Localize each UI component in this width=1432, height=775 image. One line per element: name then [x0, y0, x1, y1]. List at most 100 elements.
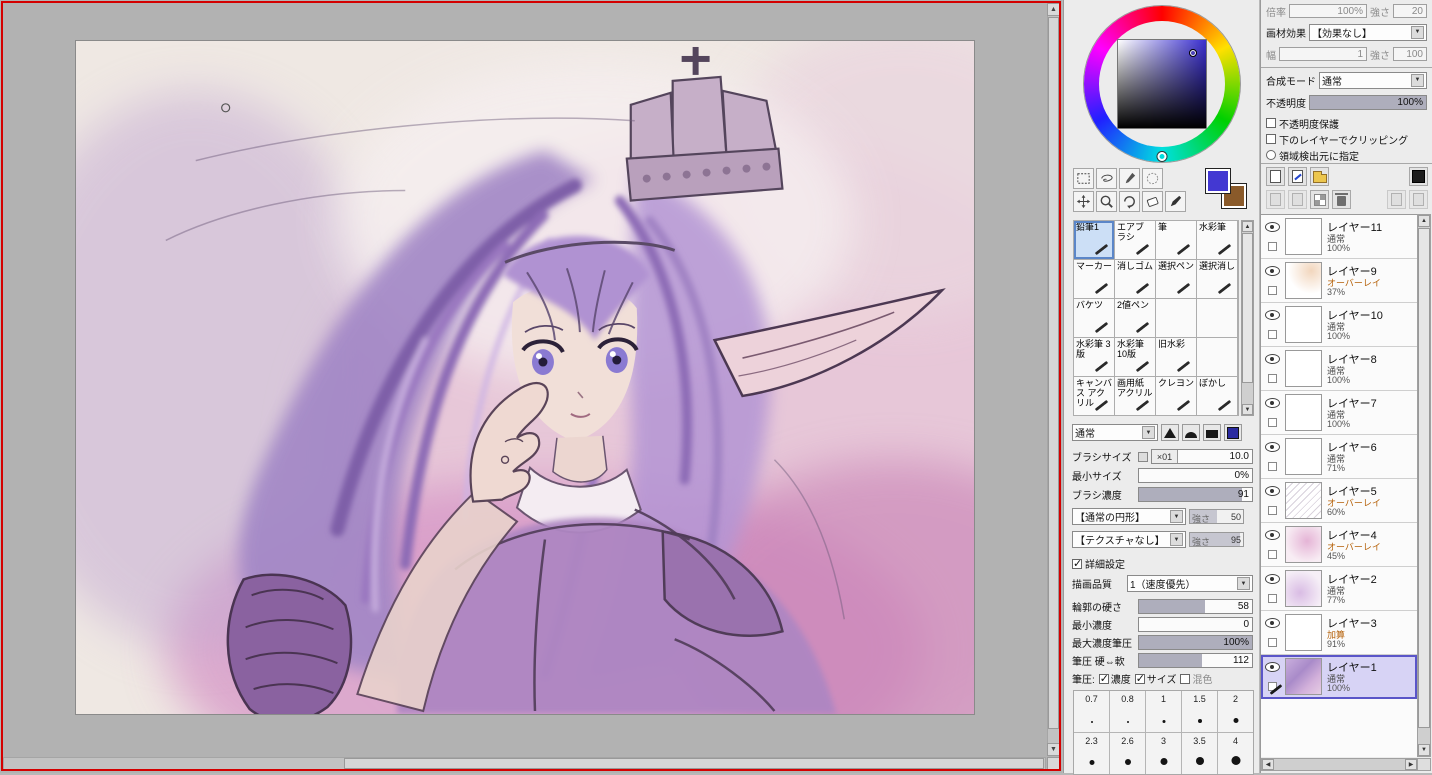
brush-texture-dropdown[interactable]: 【テクスチャなし】: [1072, 531, 1186, 548]
preserve-opacity-checkbox[interactable]: [1266, 118, 1276, 128]
layer-checkbox[interactable]: [1268, 286, 1277, 295]
dropdown-arrow-icon[interactable]: [1142, 426, 1155, 439]
brush-color-preview-button[interactable]: [1224, 424, 1242, 441]
dropdown-arrow-icon[interactable]: [1411, 25, 1424, 39]
layer-row[interactable]: レイヤー9 オーバーレイ 37%: [1261, 259, 1417, 303]
paper-width-field[interactable]: 1: [1279, 47, 1367, 61]
lasso-select-tool[interactable]: [1096, 168, 1117, 189]
layer-row[interactable]: レイヤー11 通常 100%: [1261, 215, 1417, 259]
layer-row-selected[interactable]: レイヤー1 通常 100%: [1261, 655, 1417, 699]
brush-palette-scrollbar[interactable]: ▲ ▼: [1241, 220, 1254, 416]
size-preset[interactable]: 2: [1218, 691, 1253, 732]
pressure-size-checkbox[interactable]: [1134, 672, 1145, 685]
max-density-slider[interactable]: 100%: [1138, 635, 1253, 650]
brush-item[interactable]: 選択ペン: [1156, 260, 1196, 298]
brush-shape-dropdown[interactable]: 【通常の円形】: [1072, 508, 1186, 525]
brush-item[interactable]: ぼかし: [1197, 377, 1237, 415]
brush-density-slider[interactable]: 91: [1138, 487, 1253, 502]
scroll-down-icon[interactable]: ▼: [1047, 743, 1060, 756]
shape-select-tool[interactable]: [1142, 168, 1163, 189]
marquee-select-tool[interactable]: [1073, 168, 1094, 189]
size-preset[interactable]: 3.5: [1182, 733, 1217, 774]
clipping-checkbox[interactable]: [1266, 134, 1276, 144]
scroll-down-icon[interactable]: ▼: [1418, 744, 1430, 756]
paper-strength-field[interactable]: 20: [1393, 4, 1427, 18]
sv-cursor-icon[interactable]: [1189, 49, 1197, 57]
layer-thumbnail[interactable]: [1285, 218, 1322, 255]
scroll-right-icon[interactable]: ▶: [1405, 759, 1417, 770]
layer-visibility-icon[interactable]: [1265, 398, 1280, 408]
size-preset[interactable]: 4: [1218, 733, 1253, 774]
layer-visibility-icon[interactable]: [1265, 486, 1280, 496]
dropdown-arrow-icon[interactable]: [1170, 510, 1183, 523]
size-link-checkbox[interactable]: [1138, 451, 1148, 462]
brush-item[interactable]: 画用紙 アクリル: [1115, 377, 1155, 415]
new-layer-button[interactable]: [1266, 167, 1285, 186]
scroll-thumb[interactable]: [1418, 228, 1430, 728]
layer-checkbox[interactable]: [1268, 462, 1277, 471]
layer-checkbox[interactable]: [1268, 506, 1277, 515]
size-preset[interactable]: 1: [1146, 691, 1181, 732]
brush-item[interactable]: 旧水彩: [1156, 338, 1196, 376]
layer-row[interactable]: レイヤー6 通常 71%: [1261, 435, 1417, 479]
scroll-up-icon[interactable]: ▲: [1418, 215, 1430, 227]
min-size-slider[interactable]: 0%: [1138, 468, 1253, 483]
eyedropper-tool[interactable]: [1119, 168, 1140, 189]
pressure-hard-soft-slider[interactable]: 112: [1138, 653, 1253, 668]
layer-checkbox[interactable]: [1268, 594, 1277, 603]
color-wheel[interactable]: [1084, 6, 1240, 162]
brush-item[interactable]: 水彩筆 3版: [1074, 338, 1114, 376]
brush-item[interactable]: 水彩筆: [1197, 221, 1237, 259]
size-preset[interactable]: 2.3: [1074, 733, 1109, 774]
canvas-artwork[interactable]: [75, 40, 975, 715]
layer-list-hscrollbar[interactable]: ◀ ▶: [1261, 758, 1418, 771]
layer-checkbox[interactable]: [1268, 638, 1277, 647]
size-preset[interactable]: 0.8: [1110, 691, 1145, 732]
zoom-tool[interactable]: [1096, 191, 1117, 212]
layer-visibility-icon[interactable]: [1265, 310, 1280, 320]
selection-source-radio[interactable]: [1266, 150, 1276, 160]
layer-thumbnail[interactable]: [1285, 350, 1322, 387]
paper-effect-dropdown[interactable]: 【効果なし】: [1309, 23, 1427, 41]
layer-visibility-icon[interactable]: [1265, 618, 1280, 628]
layer-thumbnail[interactable]: [1285, 526, 1322, 563]
brush-item[interactable]: 消しゴム: [1115, 260, 1155, 298]
layer-visibility-icon[interactable]: [1265, 442, 1280, 452]
edge-shape-sharp-button[interactable]: [1161, 424, 1179, 441]
layer-row[interactable]: レイヤー10 通常 100%: [1261, 303, 1417, 347]
scroll-up-icon[interactable]: ▲: [1242, 221, 1253, 232]
dropdown-arrow-icon[interactable]: [1237, 577, 1250, 590]
merge-down-button[interactable]: [1288, 190, 1307, 209]
canvas-vertical-scroll-thumb[interactable]: [1048, 17, 1059, 729]
primary-color-swatch[interactable]: [1205, 168, 1231, 194]
layer-thumbnail[interactable]: [1285, 438, 1322, 475]
scroll-left-icon[interactable]: ◀: [1262, 759, 1274, 770]
eraser-tool[interactable]: [1142, 191, 1163, 212]
layer-row[interactable]: レイヤー2 通常 77%: [1261, 567, 1417, 611]
brush-item[interactable]: 水彩筆 10版: [1115, 338, 1155, 376]
rotate-tool[interactable]: [1119, 191, 1140, 212]
delete-layer-button[interactable]: [1332, 190, 1351, 209]
edge-shape-round-button[interactable]: [1182, 424, 1200, 441]
move-tool[interactable]: [1073, 191, 1094, 212]
layer-row[interactable]: レイヤー8 通常 100%: [1261, 347, 1417, 391]
brush-blend-mode-dropdown[interactable]: 通常: [1072, 424, 1158, 441]
brush-item[interactable]: クレヨン: [1156, 377, 1196, 415]
size-unit-chip[interactable]: ×01: [1152, 450, 1178, 463]
edge-hardness-slider[interactable]: 58: [1138, 599, 1253, 614]
layer-opacity-slider[interactable]: 100%: [1309, 94, 1427, 110]
brush-item[interactable]: マーカー: [1074, 260, 1114, 298]
brush-item[interactable]: 筆: [1156, 221, 1196, 259]
size-preset[interactable]: 1.5: [1182, 691, 1217, 732]
layer-visibility-icon[interactable]: [1265, 266, 1280, 276]
layer-thumbnail[interactable]: [1285, 306, 1322, 343]
scroll-thumb[interactable]: [1242, 233, 1253, 383]
scroll-down-icon[interactable]: ▼: [1242, 404, 1253, 415]
brush-item[interactable]: 2値ペン: [1115, 299, 1155, 337]
layer-checkbox[interactable]: [1268, 330, 1277, 339]
min-density-slider[interactable]: 0: [1138, 617, 1253, 632]
pressure-mix-checkbox[interactable]: [1180, 673, 1191, 684]
layer-visibility-icon[interactable]: [1265, 222, 1280, 232]
mask-button[interactable]: [1409, 167, 1428, 186]
pen-tool[interactable]: [1165, 191, 1186, 212]
